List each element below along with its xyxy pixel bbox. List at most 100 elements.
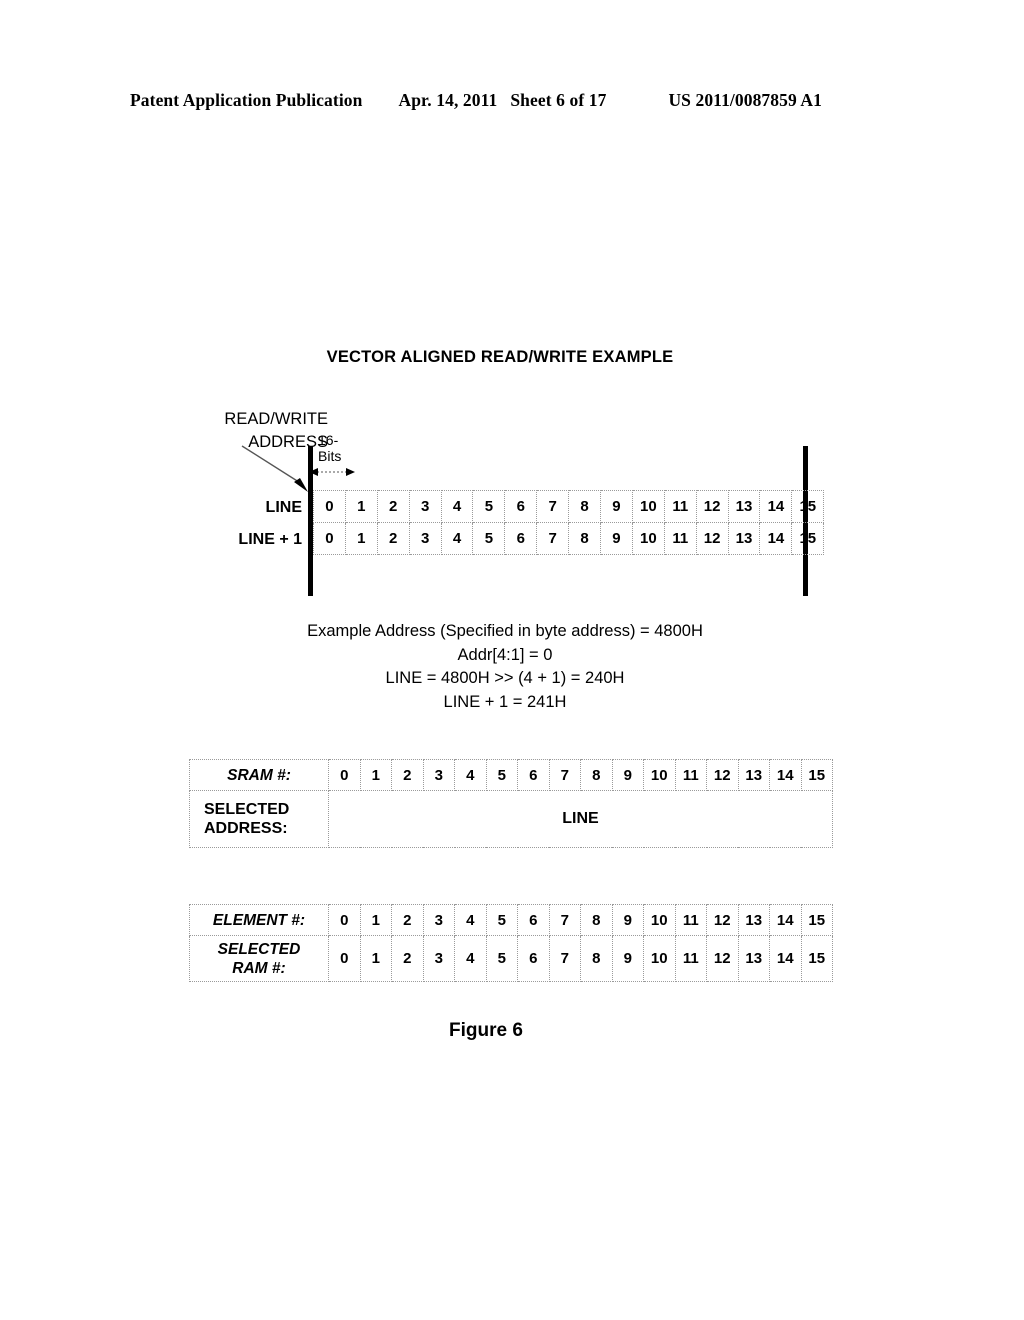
element-number-cell: 9 [611,904,644,936]
line-cell: 14 [759,490,793,523]
selected-ram-cell: 12 [706,935,739,982]
selected-ram-cell: 1 [359,935,392,982]
header-publication: Patent Application Publication [130,90,363,110]
element-number-cell: 2 [391,904,424,936]
bits-annotation: 16- Bits [318,432,368,464]
line-cell: 2 [376,490,410,523]
selected-ram-label-line-2: RAM #: [232,959,286,977]
element-number-cell: 0 [328,904,361,936]
line-plus-1-cell: 7 [536,522,570,555]
selected-ram-cell: 2 [391,935,424,982]
line-plus-1-cell: 6 [504,522,538,555]
line-plus-1-cell: 11 [663,522,697,555]
element-number-cell: 8 [580,904,613,936]
line-cell: 5 [472,490,506,523]
header-document-number: US 2011/0087859 A1 [668,90,822,110]
figure-caption-text: Figure 6 [449,1020,523,1041]
sram-number-cell: 12 [706,759,739,791]
selected-ram-cell: 7 [548,935,581,982]
sram-number-cell: 3 [422,759,455,791]
selected-ram-label-line-1: SELECTED [217,940,301,958]
line-grid-table: 0 1 2 3 4 5 6 7 8 9 10 11 12 13 14 15 0 … [313,490,825,555]
sram-number-cell: 9 [611,759,644,791]
line-plus-1-cell: 3 [408,522,442,555]
selected-ram-cell: 10 [643,935,676,982]
line-plus-1-cell: 10 [631,522,665,555]
line-cell: 12 [695,490,729,523]
element-number-cell: 1 [359,904,392,936]
element-number-cell: 7 [548,904,581,936]
sram-number-cell: 1 [359,759,392,791]
element-number-cell: 3 [422,904,455,936]
element-number-cell: 10 [643,904,676,936]
figure-caption: Figure 6 [0,1020,1024,1042]
line-plus-1-cell: 2 [376,522,410,555]
line-cell: 7 [536,490,570,523]
table-row: SELECTED ADDRESS: LINE [189,790,833,848]
selected-ram-label: SELECTED RAM #: [189,935,329,982]
line-plus-1-cell: 12 [695,522,729,555]
line-cell: 10 [631,490,665,523]
element-number-cell: 5 [485,904,518,936]
selected-ram-cell: 14 [769,935,802,982]
line-cell: 15 [791,490,825,523]
selected-ram-cell: 6 [517,935,550,982]
line-cell: 11 [663,490,697,523]
header-sheet: Sheet 6 of 17 [510,90,607,110]
formula-line-3: LINE = 4800H >> (4 + 1) = 240H [385,669,625,687]
element-number-cell: 14 [769,904,802,936]
line-plus-1-cell: 14 [759,522,793,555]
selected-ram-cell: 15 [800,935,833,982]
line-plus-1-cell: 13 [727,522,761,555]
element-number-cell: 15 [800,904,833,936]
line-cell: 0 [313,490,346,523]
element-number-cell: 12 [706,904,739,936]
selected-address-label-line-1: SELECTED [204,801,290,818]
figure-title-text: VECTOR ALIGNED READ/WRITE EXAMPLE [326,348,674,366]
sram-number-cell: 4 [454,759,487,791]
formula-line-2: Addr[4:1] = 0 [457,645,553,664]
selected-ram-cell: 8 [580,935,613,982]
line-cell: 1 [344,490,378,523]
page-header: Patent Application Publication Apr. 14, … [130,90,894,116]
sram-number-cell: 15 [800,759,833,791]
selected-address-value: LINE [328,790,833,848]
line-plus-1-cell: 5 [472,522,506,555]
sram-number-cell: 14 [769,759,802,791]
sram-table: SRAM #: 0 1 2 3 4 5 6 7 8 9 10 11 12 13 … [189,759,833,848]
sram-number-cell: 7 [548,759,581,791]
table-row: 0 1 2 3 4 5 6 7 8 9 10 11 12 13 14 15 [313,522,825,555]
line-cell: 9 [600,490,633,523]
element-number-cell: 11 [674,904,707,936]
callout-line-2: ADDRESS [248,433,328,451]
line-plus-1-cell: 0 [313,522,346,555]
element-number-cell: 6 [517,904,550,936]
header-date: Apr. 14, 2011 [398,90,498,110]
sram-number-cell: 0 [328,759,361,791]
table-row: 0 1 2 3 4 5 6 7 8 9 10 11 12 13 14 15 [313,490,825,523]
selected-ram-cell: 0 [328,935,361,982]
line-cell: 8 [568,490,602,523]
line-cell: 13 [727,490,761,523]
bits-line-1: 16- [318,432,339,448]
line-plus-1-cell: 8 [568,522,602,555]
selected-address-label-line-2: ADDRESS: [204,820,288,837]
line-cell: 4 [440,490,474,523]
line-plus-1-cell: 4 [440,522,474,555]
selected-ram-cell: 9 [611,935,644,982]
selected-address-label: SELECTED ADDRESS: [189,790,329,848]
element-number-cell: 4 [454,904,487,936]
bits-width-arrow-icon [309,468,355,476]
callout-line-1: READ/WRITE [224,410,328,428]
sram-number-cell: 2 [391,759,424,791]
selected-ram-cell: 5 [485,935,518,982]
selected-ram-cell: 4 [454,935,487,982]
line-plus-1-cell: 9 [600,522,633,555]
sram-number-label: SRAM #: [189,759,329,791]
selected-ram-cell: 3 [422,935,455,982]
selected-ram-cell: 13 [737,935,770,982]
table-row: ELEMENT #: 0 1 2 3 4 5 6 7 8 9 10 11 12 … [189,904,833,936]
element-table: ELEMENT #: 0 1 2 3 4 5 6 7 8 9 10 11 12 … [189,904,833,982]
line-cell: 6 [504,490,538,523]
read-write-address-callout: READ/WRITE ADDRESS [168,408,328,454]
